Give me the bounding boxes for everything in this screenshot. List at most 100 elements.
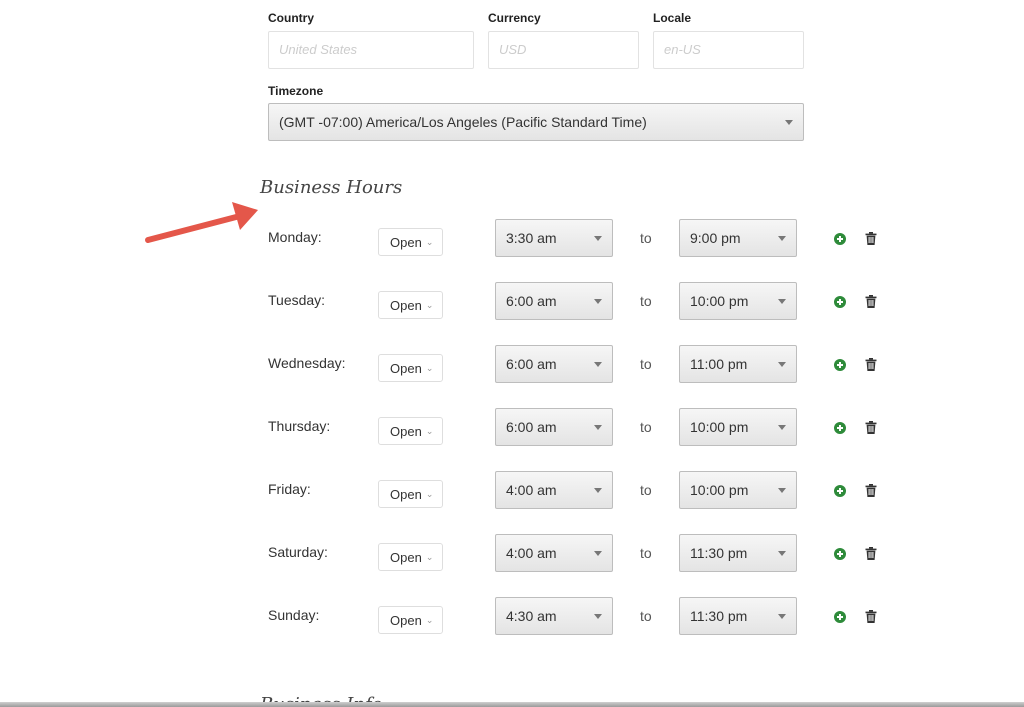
open-time-value: 6:00 am [506,356,557,372]
close-time-value: 10:00 pm [690,293,749,309]
add-hours-icon[interactable] [834,422,846,434]
status-select[interactable]: Open ⌄ [378,543,443,571]
to-label: to [640,608,652,624]
to-label: to [640,482,652,498]
status-select[interactable]: Open ⌄ [378,291,443,319]
close-time-select[interactable]: 11:00 pm [679,345,797,383]
currency-label: Currency [488,11,541,25]
day-label: Monday: [268,229,322,245]
bottom-edge [0,702,1024,707]
open-time-select[interactable]: 4:00 am [495,471,613,509]
locale-input[interactable]: en-US [653,31,804,69]
timezone-label: Timezone [268,84,324,98]
close-time-value: 11:00 pm [690,356,748,372]
trash-icon[interactable] [865,232,877,245]
status-select[interactable]: Open ⌄ [378,606,443,634]
status-select[interactable]: Open ⌄ [378,480,443,508]
trash-icon[interactable] [865,547,877,560]
status-select[interactable]: Open ⌄ [378,228,443,256]
timezone-select[interactable]: (GMT -07:00) America/Los Angeles (Pacifi… [268,103,804,141]
caret-down-icon [778,488,786,493]
trash-icon[interactable] [865,358,877,371]
status-value: Open [390,486,422,502]
close-time-select[interactable]: 11:30 pm [679,534,797,572]
to-label: to [640,419,652,435]
caret-down-icon [778,551,786,556]
timezone-value: (GMT -07:00) America/Los Angeles (Pacifi… [279,114,647,130]
caret-down-icon [785,120,793,125]
status-select[interactable]: Open ⌄ [378,354,443,382]
caret-down-icon [594,488,602,493]
country-input[interactable]: United States [268,31,474,69]
chevron-down-icon: ⌄ [425,426,434,436]
day-label: Saturday: [268,544,328,560]
open-time-select[interactable]: 4:30 am [495,597,613,635]
business-hours-title: Business Hours [260,177,403,198]
status-value: Open [390,612,422,628]
chevron-down-icon: ⌄ [425,552,434,562]
open-time-select[interactable]: 6:00 am [495,408,613,446]
close-time-value: 11:30 pm [690,608,748,624]
open-time-value: 4:00 am [506,482,557,498]
locale-label: Locale [653,11,692,25]
caret-down-icon [594,614,602,619]
open-time-select[interactable]: 6:00 am [495,282,613,320]
open-time-value: 6:00 am [506,419,557,435]
status-value: Open [390,549,422,565]
status-value: Open [390,360,422,376]
status-value: Open [390,234,422,250]
add-hours-icon[interactable] [834,485,846,497]
day-label: Sunday: [268,607,320,623]
caret-down-icon [594,362,602,367]
open-time-select[interactable]: 4:00 am [495,534,613,572]
chevron-down-icon: ⌄ [425,300,434,310]
caret-down-icon [594,236,602,241]
to-label: to [640,356,652,372]
day-label: Friday: [268,481,311,497]
open-time-value: 3:30 am [506,230,557,246]
add-hours-icon[interactable] [834,548,846,560]
day-label: Wednesday: [268,355,346,371]
to-label: to [640,230,652,246]
to-label: to [640,545,652,561]
caret-down-icon [778,425,786,430]
open-time-value: 4:00 am [506,545,557,561]
add-hours-icon[interactable] [834,611,846,623]
open-time-value: 4:30 am [506,608,557,624]
status-value: Open [390,297,422,313]
caret-down-icon [778,236,786,241]
close-time-select[interactable]: 10:00 pm [679,408,797,446]
trash-icon[interactable] [865,484,877,497]
chevron-down-icon: ⌄ [425,615,434,625]
close-time-select[interactable]: 10:00 pm [679,282,797,320]
close-time-value: 11:30 pm [690,545,748,561]
close-time-value: 10:00 pm [690,419,749,435]
close-time-select[interactable]: 9:00 pm [679,219,797,257]
add-hours-icon[interactable] [834,233,846,245]
caret-down-icon [594,299,602,304]
open-time-value: 6:00 am [506,293,557,309]
add-hours-icon[interactable] [834,296,846,308]
currency-input[interactable]: USD [488,31,639,69]
close-time-select[interactable]: 10:00 pm [679,471,797,509]
status-select[interactable]: Open ⌄ [378,417,443,445]
close-time-value: 10:00 pm [690,482,749,498]
caret-down-icon [594,425,602,430]
day-label: Thursday: [268,418,331,434]
close-time-select[interactable]: 11:30 pm [679,597,797,635]
trash-icon[interactable] [865,610,877,623]
open-time-select[interactable]: 6:00 am [495,345,613,383]
annotation-arrow-icon [145,202,258,243]
trash-icon[interactable] [865,421,877,434]
status-value: Open [390,423,422,439]
chevron-down-icon: ⌄ [425,237,434,247]
trash-icon[interactable] [865,295,877,308]
caret-down-icon [594,551,602,556]
add-hours-icon[interactable] [834,359,846,371]
caret-down-icon [778,614,786,619]
open-time-select[interactable]: 3:30 am [495,219,613,257]
to-label: to [640,293,652,309]
day-label: Tuesday: [268,292,326,308]
country-label: Country [268,11,314,25]
chevron-down-icon: ⌄ [425,489,434,499]
